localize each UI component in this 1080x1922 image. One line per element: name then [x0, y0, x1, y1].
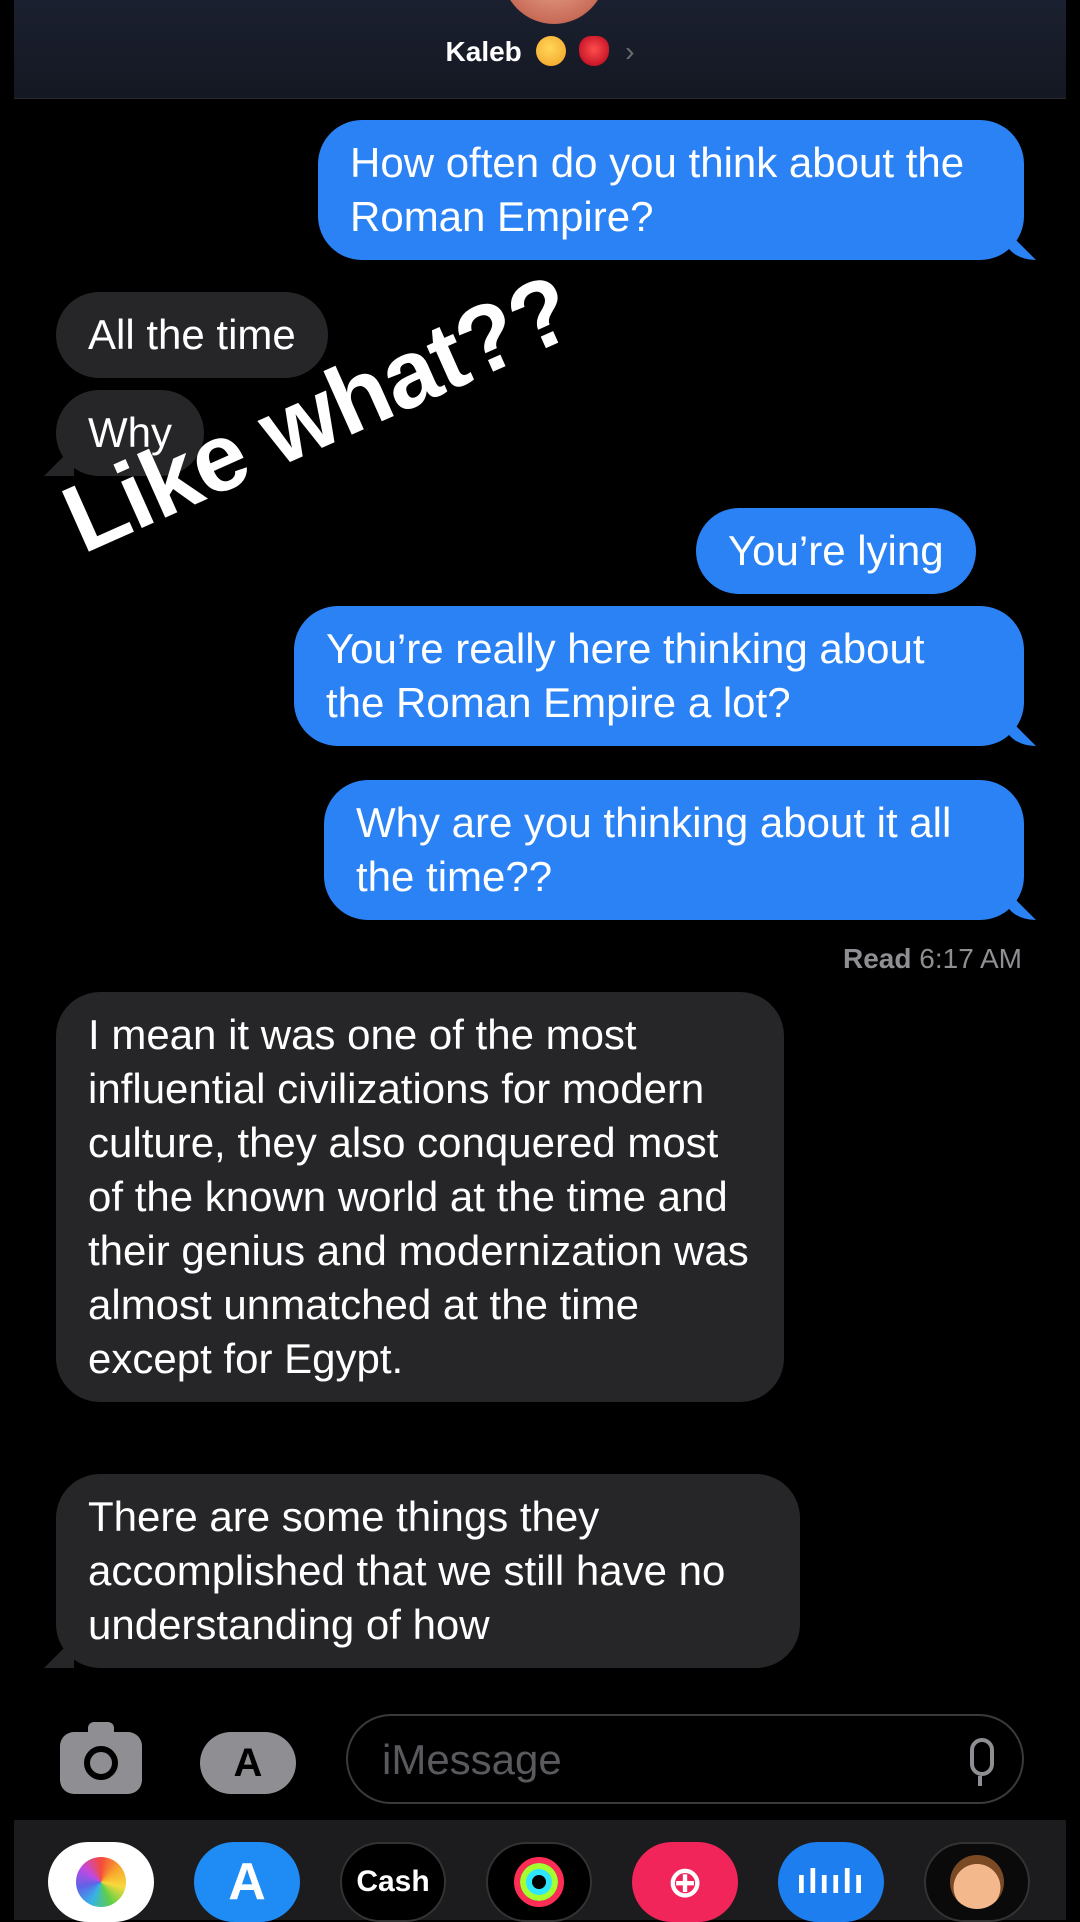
message-bubble-outgoing[interactable]: How often do you think about the Roman E…: [318, 120, 1024, 260]
read-receipt: Read 6:17 AM: [843, 943, 1022, 975]
contact-name: Kaleb: [445, 36, 522, 67]
message-text: Why are you thinking about it all the ti…: [356, 799, 952, 900]
message-bubble-incoming[interactable]: I mean it was one of the most influentia…: [56, 992, 784, 1402]
message-bubble-incoming[interactable]: There are some things they accomplished …: [56, 1474, 800, 1668]
memoji-app-icon[interactable]: [924, 1842, 1030, 1922]
app-drawer-dock: A Cash ⊕ ılıılı: [14, 1820, 1066, 1922]
app-store-app-icon[interactable]: A: [194, 1842, 300, 1922]
read-time: 6:17 AM: [919, 943, 1022, 974]
smiling-hearts-emoji-icon: [535, 36, 566, 66]
message-text: You’re really here thinking about the Ro…: [326, 625, 925, 726]
message-text: You’re lying: [728, 527, 944, 574]
image-search-app-icon[interactable]: ⊕: [632, 1842, 738, 1922]
read-label: Read: [843, 943, 912, 974]
message-text: All the time: [88, 311, 296, 358]
heart-on-fire-emoji-icon: [579, 36, 610, 66]
message-composer: A iMessage: [0, 1710, 1080, 1820]
app-store-drawer-icon[interactable]: A: [200, 1732, 296, 1794]
message-text: I mean it was one of the most influentia…: [88, 1011, 749, 1382]
fitness-app-icon[interactable]: [486, 1842, 592, 1922]
message-text: How often do you think about the Roman E…: [350, 139, 965, 240]
message-text: There are some things they accomplished …: [88, 1493, 726, 1648]
apple-cash-app-icon[interactable]: Cash: [340, 1842, 446, 1922]
conversation-header: Kaleb ›: [14, 0, 1066, 99]
imessage-placeholder: iMessage: [382, 1736, 562, 1783]
audio-message-app-icon[interactable]: ılıılı: [778, 1842, 884, 1922]
message-bubble-outgoing[interactable]: You’re lying: [696, 508, 976, 594]
message-bubble-incoming[interactable]: All the time: [56, 292, 328, 378]
photos-app-icon[interactable]: [48, 1842, 154, 1922]
chevron-right-icon: ›: [625, 36, 635, 67]
microphone-icon[interactable]: [970, 1738, 994, 1786]
message-bubble-outgoing[interactable]: You’re really here thinking about the Ro…: [294, 606, 1024, 746]
contact-avatar[interactable]: [502, 0, 606, 24]
cash-label: Cash: [356, 1865, 430, 1898]
contact-name-button[interactable]: Kaleb ›: [14, 36, 1066, 68]
message-bubble-outgoing[interactable]: Why are you thinking about it all the ti…: [324, 780, 1024, 920]
imessage-input[interactable]: iMessage: [346, 1714, 1024, 1804]
camera-icon[interactable]: [60, 1722, 142, 1794]
